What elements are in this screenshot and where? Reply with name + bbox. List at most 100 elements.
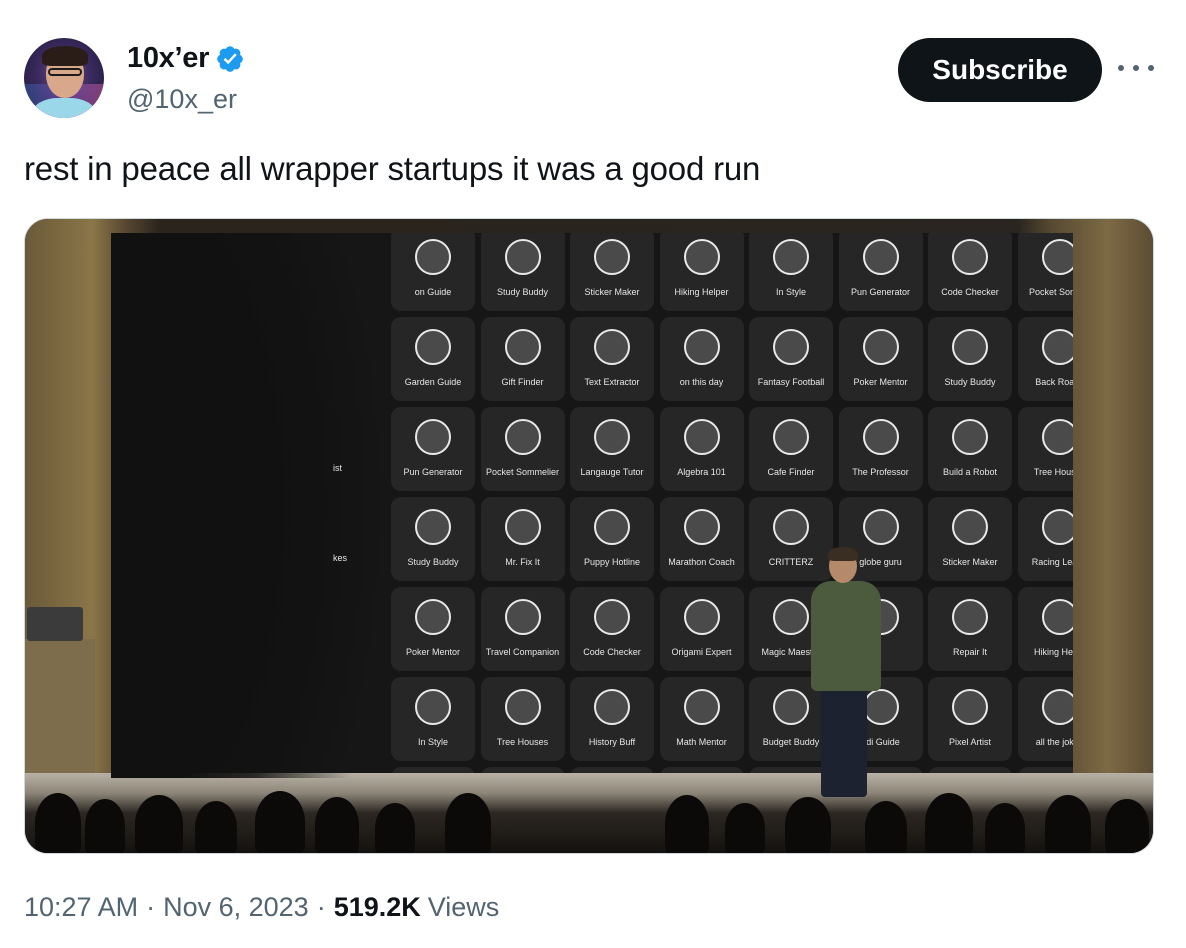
app-tile: Fantasy Football xyxy=(749,317,833,401)
app-tile-icon xyxy=(594,509,630,545)
app-tile: Racing Leagu xyxy=(1017,497,1073,581)
app-tile-icon xyxy=(683,239,720,275)
audience-head xyxy=(785,797,831,853)
app-tile-label: Tree Houses xyxy=(1033,467,1073,477)
app-tile-label: Travel Companion xyxy=(485,647,560,657)
app-tile: Code Checker xyxy=(570,587,654,671)
app-tile: Study Buddy xyxy=(928,317,1012,401)
author-display-name[interactable]: 10x’er xyxy=(127,42,209,75)
app-tile: Repair It xyxy=(928,587,1012,671)
app-tile-label: Pocket Somme xyxy=(1028,287,1073,297)
tweet-date[interactable]: Nov 6, 2023 xyxy=(163,892,309,923)
app-tile: Marathon Coach xyxy=(659,497,744,581)
app-tile-icon xyxy=(504,599,541,635)
app-tile-label: Build a Robot xyxy=(942,467,998,477)
tweet-time[interactable]: 10:27 AM xyxy=(24,892,138,923)
app-tile: Pixel Artist xyxy=(928,677,1012,761)
audience-head xyxy=(725,803,765,853)
app-tile-icon xyxy=(1041,509,1073,545)
app-tile-label: Origami Expert xyxy=(671,647,732,657)
app-tile: Pun Generator xyxy=(838,233,923,311)
avatar[interactable] xyxy=(24,38,104,118)
audience-silhouettes xyxy=(25,783,1153,853)
app-tile-icon xyxy=(683,689,720,725)
app-tile-label: Tree Houses xyxy=(496,737,549,747)
audience-head xyxy=(1105,799,1149,853)
audience-head xyxy=(85,799,125,853)
app-tile-label: Pocket Sommelier xyxy=(485,467,560,477)
app-tile-label: In Style xyxy=(775,287,806,297)
app-tile: Puppy Hotline xyxy=(570,497,654,581)
app-tile: Pocket Sommelier xyxy=(480,407,565,491)
app-tile-icon xyxy=(862,509,899,545)
avatar-hair xyxy=(42,46,88,66)
more-dot xyxy=(1118,65,1124,71)
author-name-row[interactable]: 10x’er xyxy=(127,42,245,75)
app-tile-label: Algebra 101 xyxy=(677,467,726,477)
audience-head xyxy=(255,791,305,853)
tweet-media-image[interactable]: on GuideStudy BuddySticker MakerHiking H… xyxy=(24,218,1154,854)
app-tile-icon xyxy=(1041,689,1073,725)
app-tile-icon xyxy=(773,509,809,545)
app-tile-icon xyxy=(683,599,720,635)
app-tile-icon xyxy=(952,239,988,275)
more-dot xyxy=(1133,65,1139,71)
app-tile-icon xyxy=(683,509,720,545)
stage-shadow xyxy=(111,233,441,778)
app-tile: The Professor xyxy=(838,407,923,491)
app-tile-label: Text Extractor xyxy=(584,377,640,387)
views-label: Views xyxy=(427,892,500,922)
app-tile-icon xyxy=(862,239,899,275)
app-tile: Sticker Maker xyxy=(570,233,654,311)
app-tile-icon xyxy=(1041,599,1073,635)
app-tile: Cafe Finder xyxy=(749,407,833,491)
app-tile-label: History Buff xyxy=(588,737,636,747)
app-tile-icon xyxy=(773,419,809,455)
subscribe-button[interactable]: Subscribe xyxy=(898,38,1102,102)
app-tile-icon xyxy=(594,239,630,275)
app-tile: Back Roads xyxy=(1017,317,1073,401)
app-tile-label: Study Buddy xyxy=(496,287,549,297)
avatar-glasses xyxy=(48,68,82,76)
author-handle[interactable]: @10x_er xyxy=(127,84,237,115)
app-tile-icon xyxy=(594,689,630,725)
app-tile-icon xyxy=(952,599,988,635)
tweet-meta: 10:27 AM · Nov 6, 2023 · 519.2K Views xyxy=(24,892,499,923)
app-tile: Build a Robot xyxy=(928,407,1012,491)
app-tile-label: Gift Finder xyxy=(501,377,544,387)
audience-head xyxy=(375,803,415,853)
app-tile: Algebra 101 xyxy=(659,407,744,491)
app-tile: Text Extractor xyxy=(570,317,654,401)
app-tile-icon xyxy=(862,329,899,365)
meta-separator: · xyxy=(146,892,156,922)
app-tile-label: Back Roads xyxy=(1035,377,1073,387)
app-tile: Gift Finder xyxy=(480,317,565,401)
app-tile: History Buff xyxy=(570,677,654,761)
audience-head xyxy=(195,801,237,853)
app-tile-label: Pun Generator xyxy=(850,287,911,297)
app-tile-icon xyxy=(683,329,720,365)
app-tile-label: Math Mentor xyxy=(676,737,727,747)
app-tile-icon xyxy=(1041,239,1073,275)
app-tile: Origami Expert xyxy=(659,587,744,671)
app-tile: Tree Houses xyxy=(480,677,565,761)
app-tile-label: Pixel Artist xyxy=(948,737,991,747)
app-tile-label: Langauge Tutor xyxy=(580,467,644,477)
app-tile-label: on this day xyxy=(679,377,724,387)
app-tile: Tree Houses xyxy=(1017,407,1073,491)
app-tile-label: Repair It xyxy=(952,647,987,657)
app-tile-label: Study Buddy xyxy=(944,377,996,387)
app-tile-label: Code Checker xyxy=(583,647,641,657)
app-tile-icon xyxy=(952,689,988,725)
app-tile-label: Poker Mentor xyxy=(853,377,908,387)
audience-head xyxy=(315,797,359,853)
more-horizontal-icon[interactable] xyxy=(1118,56,1154,80)
stage-laptop xyxy=(27,607,83,641)
app-tile-icon xyxy=(952,509,988,545)
app-tile-icon xyxy=(504,239,541,275)
app-tile-label: ist xyxy=(333,463,342,473)
app-tile-icon xyxy=(504,689,541,725)
app-tile-icon xyxy=(862,419,899,455)
app-tile-label: Marathon Coach xyxy=(668,557,735,567)
tweet-text: rest in peace all wrapper startups it wa… xyxy=(24,150,761,187)
